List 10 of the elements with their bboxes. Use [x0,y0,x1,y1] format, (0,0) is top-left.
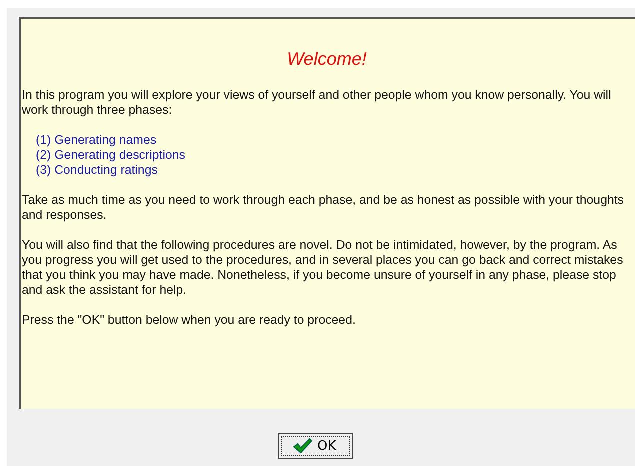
instruction-paragraph: You will also find that the following procedures are novel. Do not be intimidated, however, by the program. As you progress you will get used to the procedures, and in several places you can go back and correct mistakes that you think you may have made. Nonetheless, if you become unsure of yourself in any phase, please stop and ask the assistant for help. [22,238,624,298]
welcome-heading: Welcome! [286,49,368,70]
instruction-paragraph: Take as much time as you need to work through each phase, and be as honest as possible with your thoughts and responses. [22,193,625,223]
checkmark-icon [292,438,312,454]
phase-item: (2) Generating descriptions [36,148,186,163]
phase-item: (3) Conducting ratings [36,163,158,178]
intro-paragraph: In this program you will explore your views of yourself and other people whom you know personally. You will work through three phases: [22,88,612,118]
instruction-paragraph: Press the "OK" button below when you are ready to proceed. [22,313,357,328]
ok-button[interactable]: OK [278,433,352,459]
phase-item: (1) Generating names [36,133,157,148]
